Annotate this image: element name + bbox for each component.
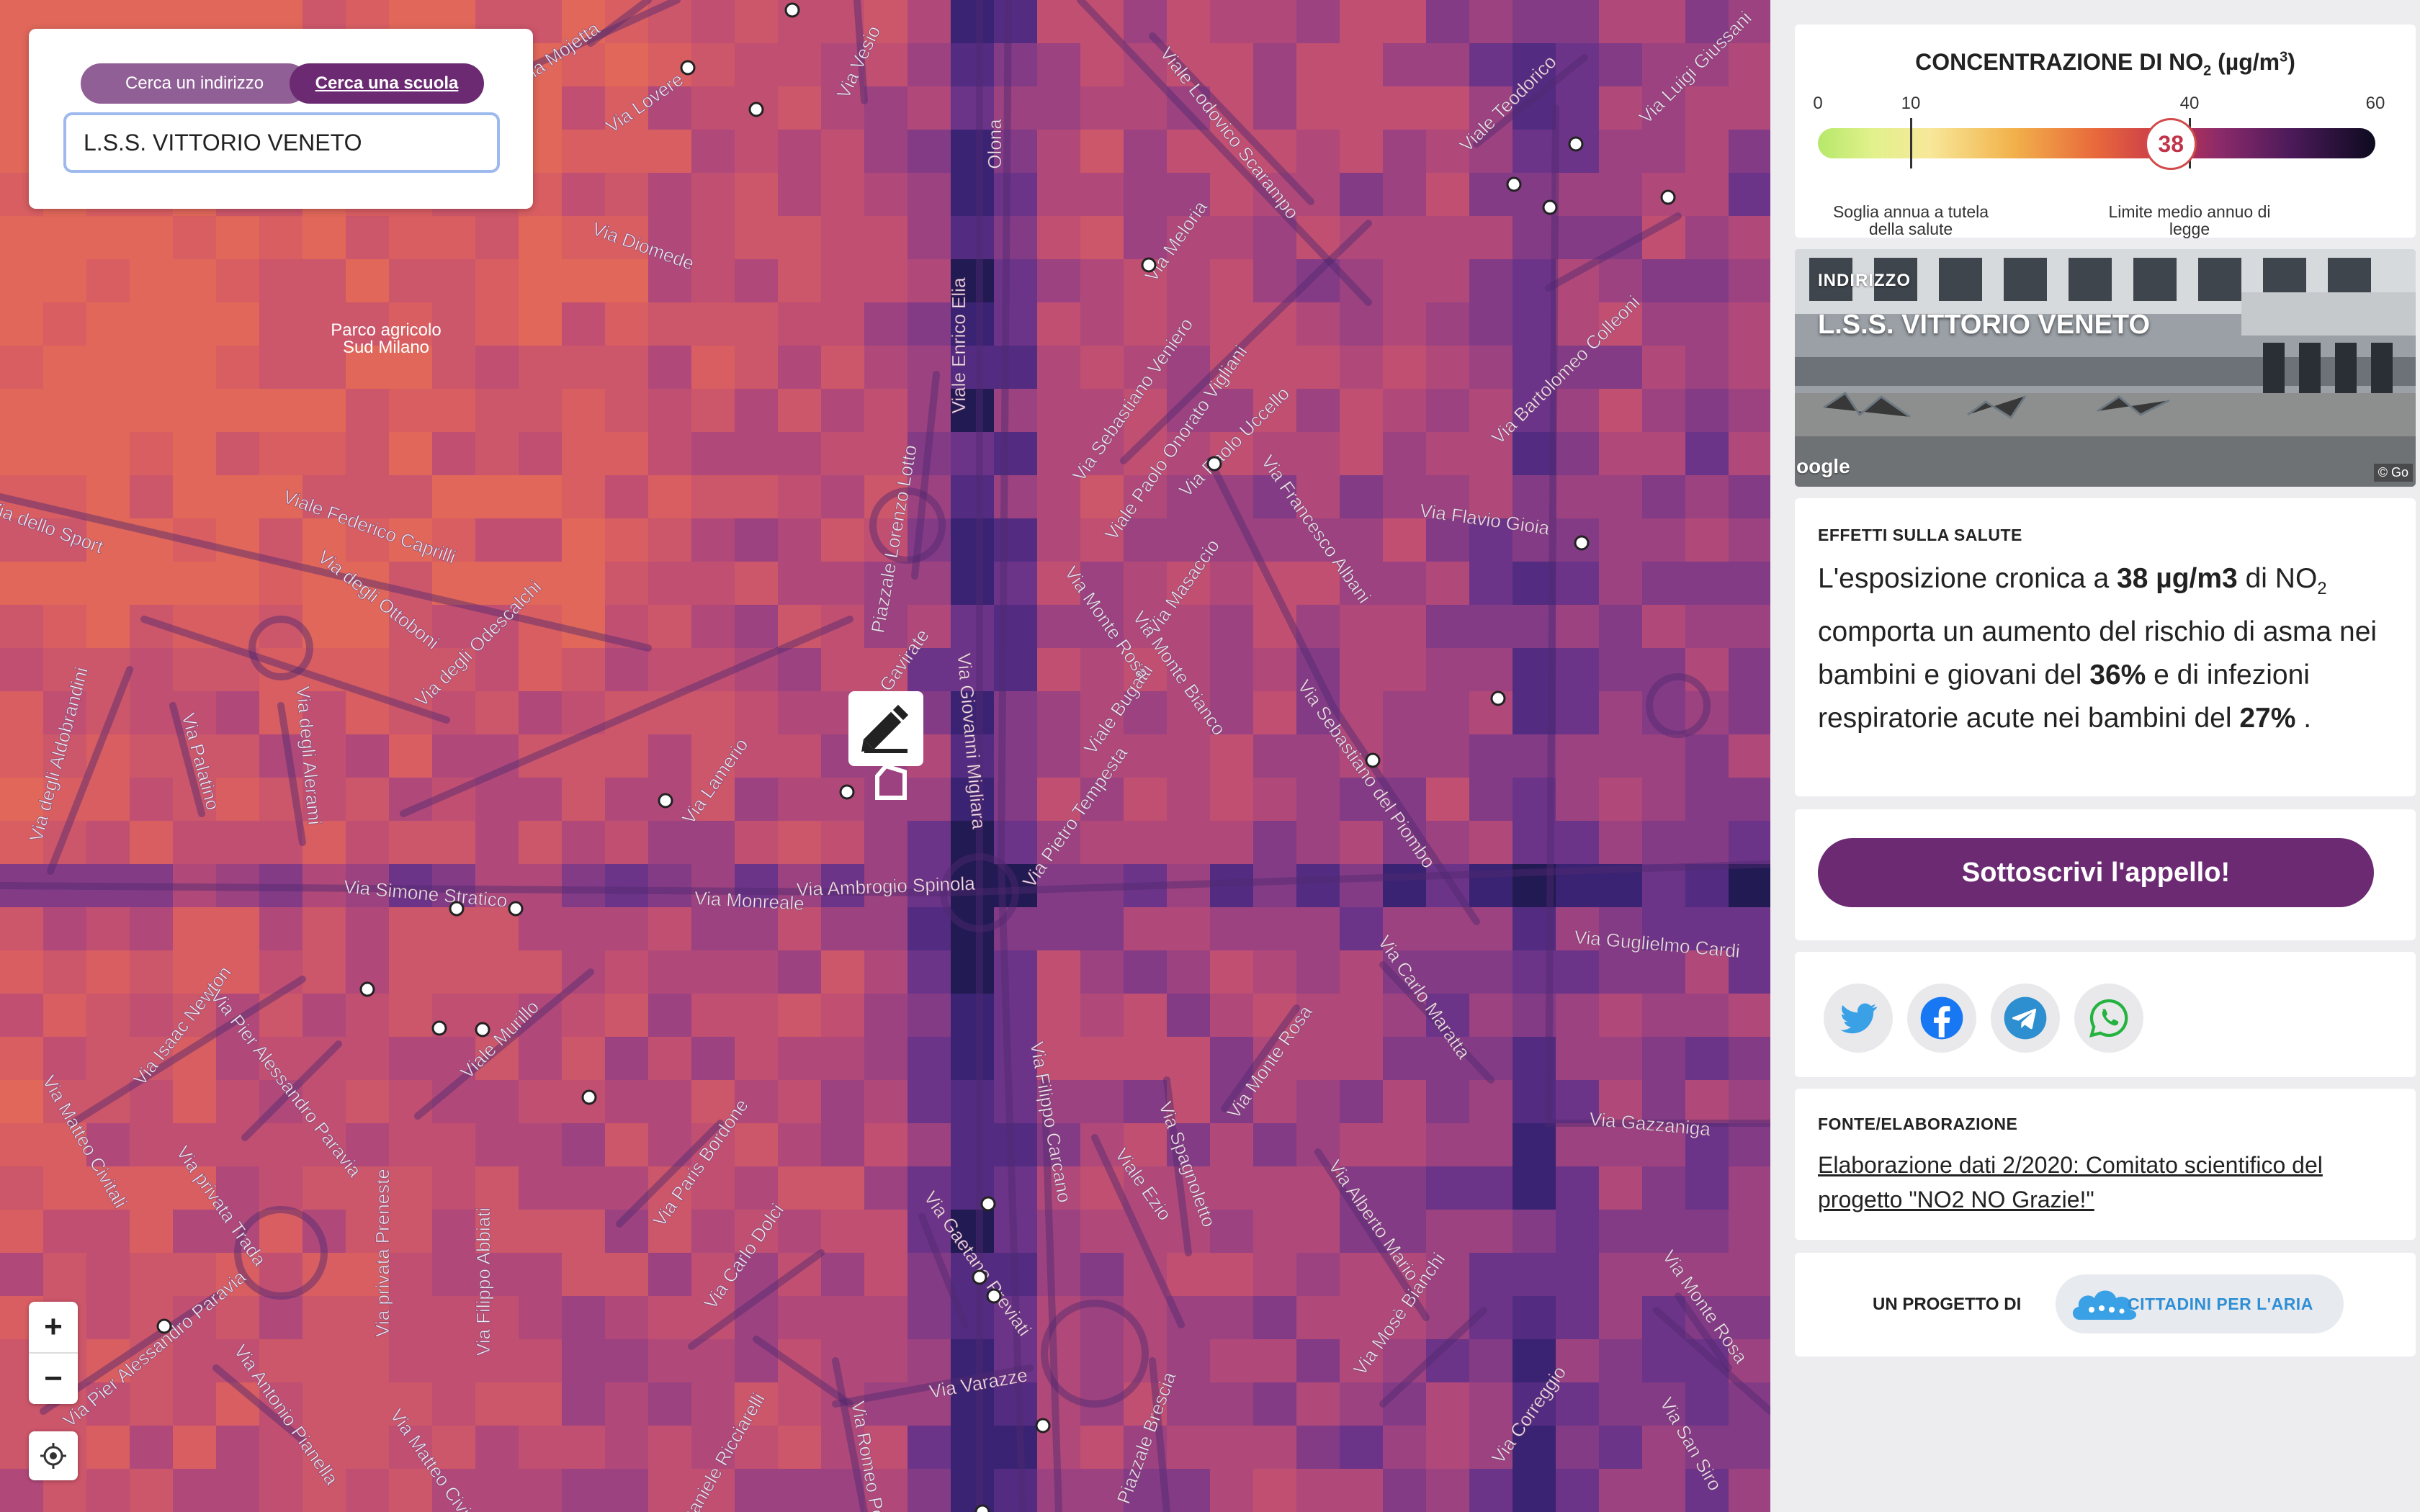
legend-tick-10: 10 xyxy=(1901,94,1921,113)
map[interactable]: Via Cascina MojettaVia LovereVia VesioVi… xyxy=(0,0,1770,1512)
zoom-control: + − xyxy=(29,1302,78,1404)
legend-gradient xyxy=(1818,128,2375,158)
source-link[interactable]: Elaborazione dati 2/2020: Comitato scien… xyxy=(1818,1148,2394,1217)
school-point[interactable] xyxy=(431,1020,447,1036)
school-point[interactable] xyxy=(680,60,696,76)
share-card xyxy=(1795,952,2416,1077)
school-point[interactable] xyxy=(974,1504,990,1512)
street-label: Viale Enrico Elia xyxy=(948,277,969,413)
legend-tick-60: 60 xyxy=(2365,94,2385,113)
street-label: Via Filippo Abbiati xyxy=(472,1207,494,1356)
school-point[interactable] xyxy=(972,1269,987,1285)
school-point[interactable] xyxy=(1568,136,1584,152)
sidebar: CONCENTRAZIONE DI NO2 (µg/m3) 0 10 40 60… xyxy=(1770,0,2420,1512)
source-label: FONTE/ELABORAZIONE xyxy=(1818,1115,2018,1133)
source-card: FONTE/ELABORAZIONE Elaborazione dati 2/2… xyxy=(1795,1089,2416,1240)
school-point[interactable] xyxy=(1035,1418,1051,1434)
legend-note-health: Soglia annua a tutela della salute xyxy=(1832,202,1989,238)
share-whatsapp-button[interactable] xyxy=(2074,984,2143,1053)
street-label: Olona xyxy=(984,119,1005,169)
search-panel: Cerca un indirizzo Cerca una scuola xyxy=(29,29,533,209)
school-pencil-icon xyxy=(848,691,923,800)
address-label: INDIRIZZO xyxy=(1818,271,1911,290)
google-copyright: © Go xyxy=(2373,464,2413,482)
school-point[interactable] xyxy=(581,1089,597,1105)
school-point[interactable] xyxy=(1490,690,1506,706)
school-point[interactable] xyxy=(658,793,673,809)
school-marker[interactable] xyxy=(848,691,923,801)
zoom-out-button[interactable]: − xyxy=(29,1354,78,1404)
school-point[interactable] xyxy=(359,981,375,997)
facebook-icon xyxy=(1920,996,1963,1040)
health-effects-card: EFFETTI SULLA SALUTE L'esposizione croni… xyxy=(1795,498,2416,796)
legend-note-law: Limite medio annuo di legge xyxy=(2108,202,2271,238)
cittadini-per-aria-logo[interactable]: CITTADINI PER L'ARIA xyxy=(2056,1274,2344,1333)
school-point[interactable] xyxy=(508,901,524,917)
legend-title: CONCENTRAZIONE DI NO2 (µg/m3) xyxy=(1915,49,2295,79)
school-point[interactable] xyxy=(784,2,800,18)
cta-card: Sottoscrivi l'appello! xyxy=(1795,809,2416,940)
school-point[interactable] xyxy=(1574,535,1590,551)
whatsapp-icon xyxy=(2089,999,2128,1038)
share-twitter-button[interactable] xyxy=(1824,984,1893,1053)
project-label: UN PROGETTO DI xyxy=(1873,1295,2022,1314)
sign-appeal-button[interactable]: Sottoscrivi l'appello! xyxy=(1818,838,2374,907)
crosshair-icon xyxy=(40,1443,66,1469)
project-card: UN PROGETTO DI CITTADINI PER L'ARIA xyxy=(1795,1253,2416,1356)
school-point[interactable] xyxy=(449,901,465,917)
health-effects-label: EFFETTI SULLA SALUTE xyxy=(1818,526,2022,544)
google-logo: oogle xyxy=(1796,455,1850,477)
locate-button[interactable] xyxy=(29,1431,78,1480)
school-point[interactable] xyxy=(156,1318,172,1334)
zoom-in-button[interactable]: + xyxy=(29,1302,78,1354)
school-point[interactable] xyxy=(1141,257,1157,273)
project-logo-text: CITTADINI PER L'ARIA xyxy=(2128,1295,2313,1313)
park-label-line-1: Parco agricolo xyxy=(331,320,441,340)
school-point[interactable] xyxy=(986,1288,1002,1304)
park-label-line-2: Sud Milano xyxy=(343,338,429,357)
school-point[interactable] xyxy=(748,102,764,117)
value-indicator: 38 xyxy=(2145,118,2197,170)
tab-search-school[interactable]: Cerca una scuola xyxy=(290,63,484,104)
legend-tick-40: 40 xyxy=(2179,94,2200,113)
school-point[interactable] xyxy=(1542,199,1558,215)
twitter-icon xyxy=(1840,1003,1878,1034)
threshold-marker-health xyxy=(1910,118,1912,168)
school-search-input[interactable] xyxy=(63,112,500,173)
address-card: INDIRIZZO L.S.S. VITTORIO VENETO oogle ©… xyxy=(1795,249,2416,487)
school-point[interactable] xyxy=(1506,176,1522,192)
school-point[interactable] xyxy=(1660,189,1676,205)
health-effects-text: L'esposizione cronica a 38 µg/m3 di NO2 … xyxy=(1818,563,2378,734)
school-point[interactable] xyxy=(1365,752,1381,768)
school-point[interactable] xyxy=(475,1022,490,1038)
street-label: Via privata Preneste xyxy=(372,1169,393,1337)
legend-tick-0: 0 xyxy=(1813,94,1823,113)
tab-search-address[interactable]: Cerca un indirizzo xyxy=(81,63,308,104)
share-facebook-button[interactable] xyxy=(1907,984,1976,1053)
telegram-icon xyxy=(2004,996,2047,1040)
address-name: L.S.S. VITTORIO VENETO xyxy=(1818,310,2151,340)
school-point[interactable] xyxy=(980,1196,996,1212)
school-point[interactable] xyxy=(1206,456,1222,472)
legend-card: CONCENTRAZIONE DI NO2 (µg/m3) 0 10 40 60… xyxy=(1795,24,2416,238)
share-telegram-button[interactable] xyxy=(1991,984,2060,1053)
